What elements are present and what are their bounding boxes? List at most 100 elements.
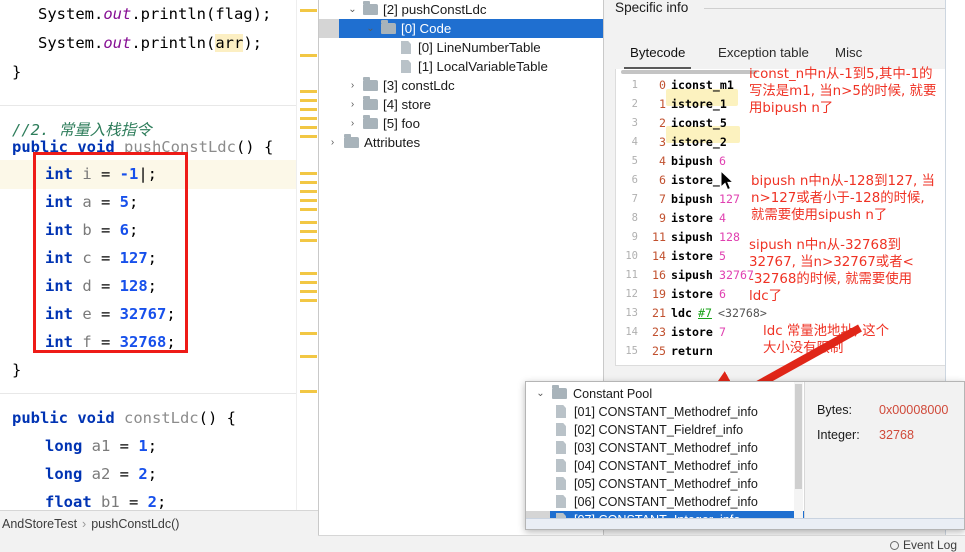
editor-change-marker[interactable] bbox=[300, 108, 317, 111]
constant-pool-list[interactable]: ⌄ Constant Pool [01] CONSTANT_Methodref_… bbox=[526, 382, 804, 530]
bytecode-opcode: iconst_5 bbox=[671, 114, 727, 133]
editor-change-marker[interactable] bbox=[300, 281, 317, 284]
editor-change-marker[interactable] bbox=[300, 290, 317, 293]
constant-pool-scrollbar[interactable] bbox=[794, 382, 803, 530]
code-editor-panel[interactable]: System.out.println(flag);System.out.prin… bbox=[0, 0, 318, 552]
code-line[interactable]: int d = 128; bbox=[0, 272, 296, 301]
chevron-right-icon[interactable]: › bbox=[346, 95, 359, 114]
constant-pool-item[interactable]: [02] CONSTANT_Fieldref_info bbox=[526, 421, 804, 439]
editor-change-marker[interactable] bbox=[300, 199, 317, 202]
bytecode-opcode: ldc bbox=[671, 304, 692, 323]
editor-change-marker[interactable] bbox=[300, 355, 317, 358]
editor-change-marker[interactable] bbox=[300, 99, 317, 102]
bytecode-constant-ref-link[interactable]: #7 bbox=[698, 304, 712, 323]
bytecode-row[interactable]: 43istore_2 bbox=[616, 133, 963, 152]
code-line[interactable]: int b = 6; bbox=[0, 216, 296, 245]
editor-change-marker[interactable] bbox=[300, 172, 317, 175]
code-line[interactable]: long a1 = 1; bbox=[0, 432, 296, 461]
constant-pool-item-label: [05] CONSTANT_Methodref_info bbox=[574, 475, 758, 493]
tree-item-3-constldc[interactable]: ›[3] constLdc bbox=[319, 76, 604, 95]
tree-item-5-foo[interactable]: ›[5] foo bbox=[319, 114, 604, 133]
code-token: 6 bbox=[120, 221, 129, 239]
code-line[interactable]: System.out.println(flag); bbox=[0, 0, 296, 29]
tab-bytecode[interactable]: Bytecode bbox=[630, 43, 685, 69]
code-token: = bbox=[129, 493, 148, 511]
code-token: = bbox=[101, 193, 120, 211]
editor-change-marker[interactable] bbox=[300, 9, 317, 12]
code-line[interactable]: public void constLdc() { bbox=[0, 404, 296, 433]
chevron-right-icon[interactable]: › bbox=[346, 114, 359, 133]
code-line[interactable]: System.out.println(arr); bbox=[0, 29, 296, 58]
code-token: ; bbox=[148, 277, 157, 295]
chevron-down-icon[interactable]: ⌄ bbox=[534, 385, 547, 403]
constant-pool-item[interactable]: [01] CONSTANT_Methodref_info bbox=[526, 403, 804, 421]
editor-change-marker[interactable] bbox=[300, 272, 317, 275]
event-log-button[interactable]: Event Log bbox=[890, 538, 957, 552]
breadcrumb-class[interactable]: AndStoreTest bbox=[2, 517, 77, 531]
editor-change-marker[interactable] bbox=[300, 117, 317, 120]
editor-change-marker[interactable] bbox=[300, 221, 317, 224]
editor-change-marker[interactable] bbox=[300, 135, 317, 138]
constant-pool-item[interactable]: [06] CONSTANT_Methodref_info bbox=[526, 493, 804, 511]
editor-change-marker[interactable] bbox=[300, 126, 317, 129]
code-token: 127 bbox=[120, 249, 148, 267]
code-line[interactable]: int i = -1|; bbox=[0, 160, 296, 189]
editor-change-marker[interactable] bbox=[300, 332, 317, 335]
bytecode-line-number: 8 bbox=[616, 209, 638, 228]
editor-change-marker[interactable] bbox=[300, 90, 317, 93]
code-line[interactable]: } bbox=[0, 356, 296, 385]
constant-pool-item-partial[interactable] bbox=[526, 529, 804, 530]
editor-change-marker[interactable] bbox=[300, 239, 317, 242]
constant-pool-item[interactable]: [03] CONSTANT_Methodref_info bbox=[526, 439, 804, 457]
code-token: = bbox=[120, 465, 139, 483]
editor-marker-gutter[interactable] bbox=[296, 0, 318, 510]
bytecode-opcode: sipush bbox=[671, 266, 713, 285]
integer-value: 32768 bbox=[879, 428, 914, 442]
bytecode-offset: 4 bbox=[642, 152, 666, 171]
editor-change-marker[interactable] bbox=[300, 299, 317, 302]
editor-change-marker[interactable] bbox=[300, 181, 317, 184]
tree-item-1-localvariabletable[interactable]: [1] LocalVariableTable bbox=[319, 57, 604, 76]
tree-item-4-store[interactable]: ›[4] store bbox=[319, 95, 604, 114]
code-line[interactable]: } bbox=[0, 58, 296, 87]
chevron-right-icon[interactable]: › bbox=[326, 133, 339, 152]
annotation-note: bipush n中n从-128到127, 当 n>127或者小于-128的时候,… bbox=[751, 173, 935, 224]
breadcrumb-method[interactable]: pushConstLdc() bbox=[91, 517, 179, 531]
chevron-right-icon[interactable]: › bbox=[346, 76, 359, 95]
code-token: b1 bbox=[101, 493, 129, 511]
constant-pool-popup[interactable]: ⌄ Constant Pool [01] CONSTANT_Methodref_… bbox=[525, 381, 965, 530]
code-fold-separator bbox=[0, 105, 296, 106]
code-line[interactable]: int f = 32768; bbox=[0, 328, 296, 357]
editor-change-marker[interactable] bbox=[300, 208, 317, 211]
bytecode-row[interactable]: 1321ldc#7<32768> bbox=[616, 304, 963, 323]
bytecode-row[interactable]: 54bipush6 bbox=[616, 152, 963, 171]
breadcrumb[interactable]: AndStoreTest›pushConstLdc() bbox=[0, 510, 318, 536]
code-token: int bbox=[45, 305, 82, 323]
tree-item-2-pushconstldc[interactable]: ⌄[2] pushConstLdc bbox=[319, 0, 604, 19]
tree-item-0-code[interactable]: ⌄[0] Code bbox=[319, 19, 604, 38]
bytecode-horizontal-scrollbar[interactable] bbox=[621, 70, 757, 74]
constant-pool-item[interactable]: [04] CONSTANT_Methodref_info bbox=[526, 457, 804, 475]
constant-pool-header-row[interactable]: ⌄ Constant Pool bbox=[526, 385, 804, 403]
chevron-down-icon[interactable]: ⌄ bbox=[346, 0, 359, 19]
editor-change-marker[interactable] bbox=[300, 390, 317, 393]
code-token: ; bbox=[157, 493, 166, 511]
chevron-down-icon[interactable]: ⌄ bbox=[364, 19, 377, 38]
code-line[interactable]: long a2 = 2; bbox=[0, 460, 296, 489]
tree-item-0-linenumbertable[interactable]: [0] LineNumberTable bbox=[319, 38, 604, 57]
bytecode-offset: 7 bbox=[642, 190, 666, 209]
tree-item-attributes[interactable]: ›Attributes bbox=[319, 133, 604, 152]
code-line[interactable]: int e = 32767; bbox=[0, 300, 296, 329]
editor-change-marker[interactable] bbox=[300, 190, 317, 193]
editor-change-marker[interactable] bbox=[300, 54, 317, 57]
code-line[interactable]: int c = 127; bbox=[0, 244, 296, 273]
bytecode-line-number: 12 bbox=[616, 285, 638, 304]
code-line[interactable]: int a = 5; bbox=[0, 188, 296, 217]
code-editor-text[interactable]: System.out.println(flag);System.out.prin… bbox=[0, 0, 296, 510]
code-token: 2 bbox=[148, 493, 157, 511]
constant-pool-item[interactable]: [05] CONSTANT_Methodref_info bbox=[526, 475, 804, 493]
bytecode-line-number: 6 bbox=[616, 171, 638, 190]
code-line[interactable]: public void pushConstLdc() { bbox=[0, 133, 296, 162]
editor-change-marker[interactable] bbox=[300, 230, 317, 233]
bytecode-line-number: 7 bbox=[616, 190, 638, 209]
